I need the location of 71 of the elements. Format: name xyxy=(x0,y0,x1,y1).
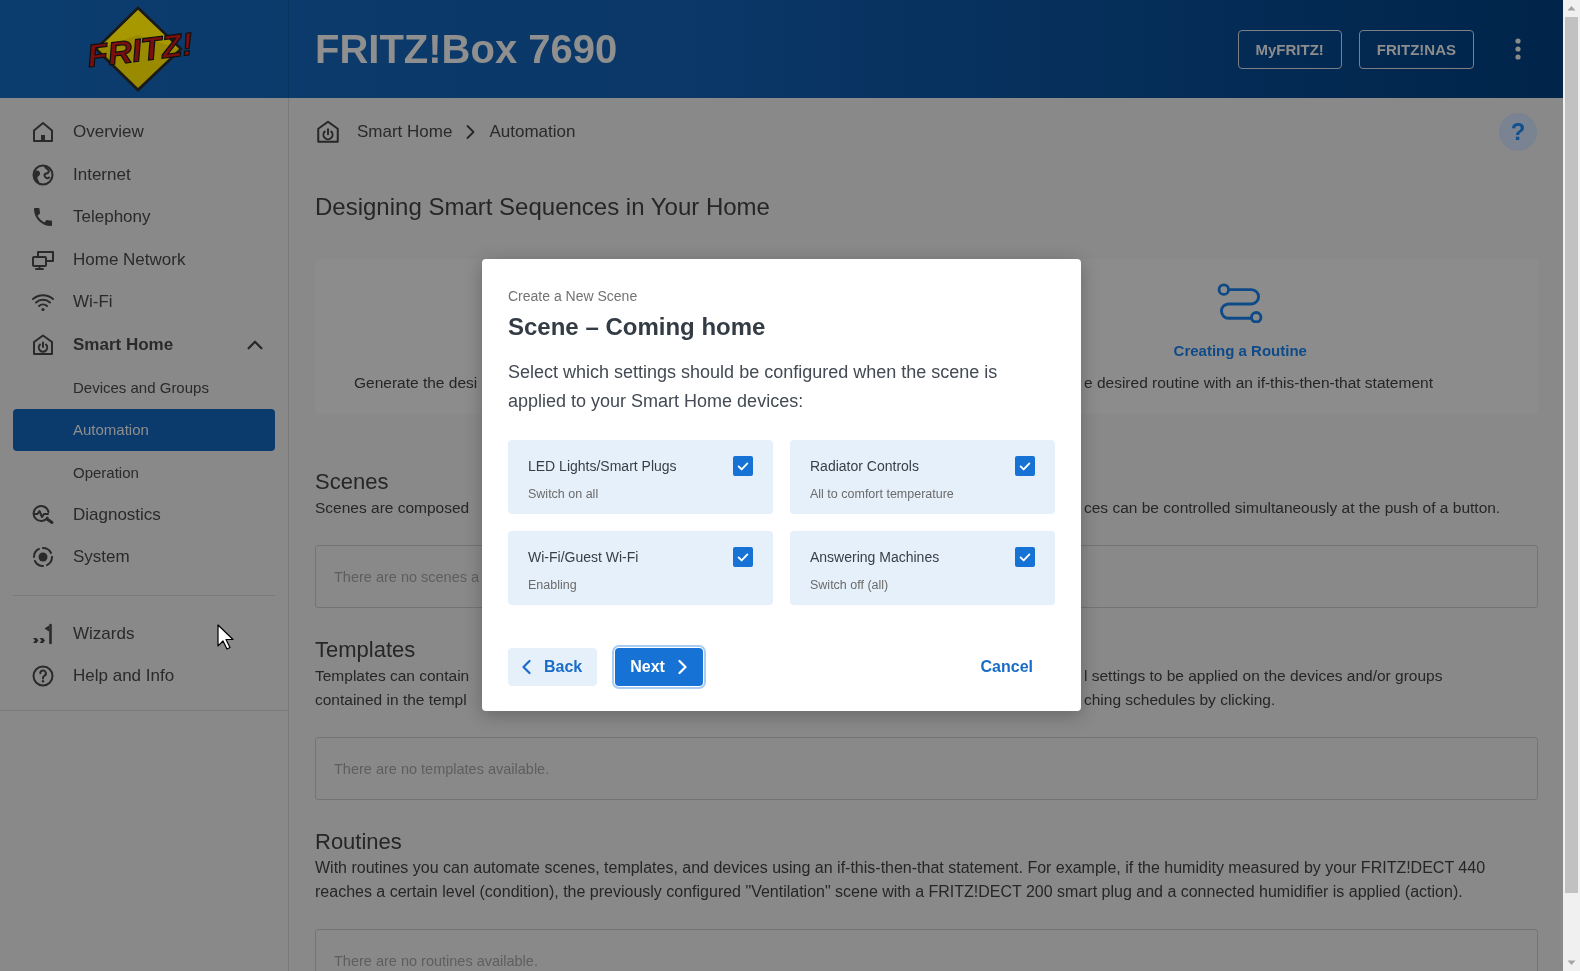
option-card[interactable]: Answering Machines Switch off (all) xyxy=(790,531,1055,605)
option-subtitle: Switch off (all) xyxy=(810,578,890,592)
page-title: Designing Smart Sequences in Your Home xyxy=(315,192,770,222)
primary-button[interactable]: Next xyxy=(615,648,703,686)
description-text: Templates can contain xyxy=(315,666,470,686)
checkbox[interactable] xyxy=(1015,456,1035,476)
dialog-overline: Create a New Scene xyxy=(508,287,639,305)
route-icon xyxy=(1217,283,1264,323)
nav-item[interactable]: Wi-Fi xyxy=(0,281,288,324)
checkbox[interactable] xyxy=(1015,547,1035,567)
nav-item[interactable]: Telephony xyxy=(0,196,288,239)
option-card[interactable]: LED Lights/Smart Plugs Switch on all xyxy=(508,440,773,514)
mouse-pointer-icon xyxy=(217,624,234,650)
ring-dot-icon xyxy=(31,545,55,570)
dialog-description: Select which settings should be configured when the scene is applied to your Smart Home devices: xyxy=(508,361,999,413)
option-subtitle: Switch on all xyxy=(528,487,600,501)
secondary-button[interactable]: Back xyxy=(508,648,598,686)
chevron-right-icon xyxy=(676,659,687,675)
description-text: l settings to be applied on the devices and/or groups xyxy=(1083,666,1443,686)
section-heading: Templates xyxy=(315,636,416,664)
nav-item[interactable]: Overview xyxy=(0,111,288,154)
house-icon xyxy=(31,120,55,145)
nav-item[interactable]: Home Network xyxy=(0,238,288,281)
nav-item[interactable]: Help and Info xyxy=(0,655,288,698)
description-text: ces can be controlled simultaneously at the push of a button. xyxy=(1083,498,1501,518)
option-card[interactable]: Radiator Controls All to comfort temperature xyxy=(790,440,1055,514)
section-heading: Routines xyxy=(315,828,402,856)
description-text: ching schedules by clicking. xyxy=(1083,690,1276,710)
chevron-right-icon xyxy=(465,124,476,140)
product-title: FRITZ!Box 7690 xyxy=(315,26,618,72)
nav-item[interactable]: Internet xyxy=(0,153,288,196)
house-power-icon xyxy=(31,332,55,357)
more-options-icon[interactable] xyxy=(1515,38,1521,60)
description-text: Scenes are composed xyxy=(315,498,470,518)
nav-item[interactable]: System xyxy=(0,536,288,579)
breadcrumb-current: Automation xyxy=(489,122,576,142)
header-button[interactable]: FRITZ!NAS xyxy=(1358,29,1474,69)
option-card[interactable]: Wi-Fi/Guest Wi-Fi Enabling xyxy=(508,531,773,605)
option-title: Answering Machines xyxy=(810,549,940,565)
description-text: With routines you can automate scenes, templates, and devices using an if-this-then-that statement. For example, if the humidity measured by your FRITZ!DECT 440 reaches a certain level (condition), the previously configured "Ventilation" scene with a FRITZ!DECT 200 smart plug and a connected humidifier is applied (action). xyxy=(315,858,1487,902)
option-title: Wi-Fi/Guest Wi-Fi xyxy=(528,549,639,565)
scrollbar-thumb[interactable] xyxy=(1565,17,1578,893)
pulse-search-icon xyxy=(31,502,55,527)
section-heading: Scenes xyxy=(315,468,389,496)
checkbox[interactable] xyxy=(733,547,753,567)
nav-subitem[interactable]: Devices and Groups xyxy=(13,366,275,409)
option-subtitle: All to comfort temperature xyxy=(810,487,955,501)
nav-subitem[interactable]: Operation xyxy=(13,451,275,494)
globe-icon xyxy=(31,162,55,187)
text-link-button[interactable]: Cancel xyxy=(958,648,1055,686)
option-title: Radiator Controls xyxy=(810,458,919,474)
option-subtitle: Enabling xyxy=(528,578,578,592)
checkbox[interactable] xyxy=(733,456,753,476)
card-link[interactable]: Creating a Routine xyxy=(1173,341,1307,361)
nav-subitem[interactable]: Automation xyxy=(13,408,275,451)
dialog-title: Scene – Coming home xyxy=(508,312,767,342)
help-button[interactable]: ? xyxy=(1499,113,1537,151)
nav-item[interactable]: Diagnostics xyxy=(0,493,288,536)
scrollbar[interactable] xyxy=(1563,0,1580,971)
card-text: Generate the desi xyxy=(353,373,478,393)
house-power-icon[interactable] xyxy=(315,119,341,145)
breadcrumb-link[interactable]: Smart Home xyxy=(357,122,453,142)
card-text: e desired routine with an if-this-then-that statement xyxy=(1083,373,1433,393)
help-icon xyxy=(31,664,55,689)
nav-item[interactable]: Smart Home xyxy=(0,323,288,366)
option-title: LED Lights/Smart Plugs xyxy=(528,458,677,474)
chevron-left-icon xyxy=(522,659,532,675)
nav-item[interactable]: Wizards xyxy=(0,612,288,655)
description-text: contained in the templ xyxy=(315,690,467,710)
header-button[interactable]: MyFRITZ! xyxy=(1237,29,1342,69)
steps-flag-icon xyxy=(31,621,55,646)
